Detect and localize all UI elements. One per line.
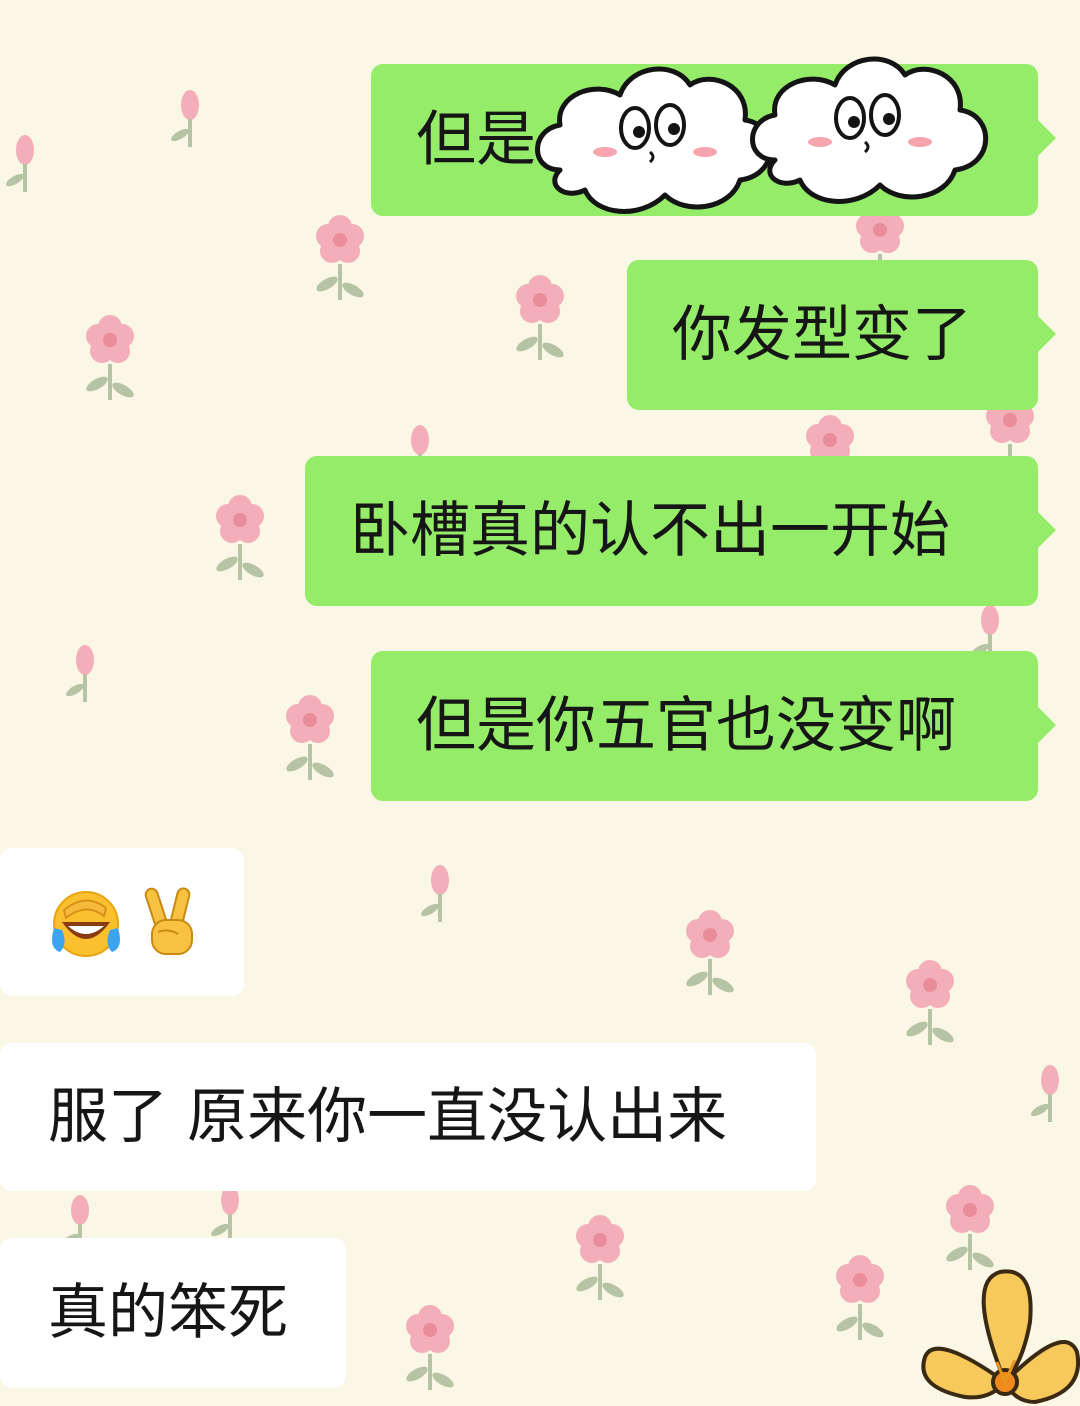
message-text: 但是: [416, 105, 536, 175]
message-text: 但是你五官也没变啊: [416, 691, 956, 761]
message-text: 服了 原来你一直没认出来: [48, 1082, 728, 1152]
yellow-flower-sticker: [921, 1269, 1080, 1404]
message-text: 真的笨死: [48, 1278, 288, 1348]
victory-hand-icon: [144, 887, 193, 955]
sent-message-bubble[interactable]: 卧槽真的认不出一开始: [305, 456, 1056, 606]
received-message-bubble[interactable]: 服了 原来你一直没认出来: [0, 1043, 816, 1191]
received-message-bubble[interactable]: 真的笨死: [0, 1238, 346, 1388]
message-text: 卧槽真的认不出一开始: [350, 496, 950, 566]
message-text: 你发型变了: [672, 300, 972, 370]
cloud-faces-sticker: [535, 56, 989, 214]
received-message-bubble[interactable]: [0, 848, 244, 996]
laughing-tears-face-icon: [52, 891, 120, 957]
sent-message-bubble[interactable]: 但是你五官也没变啊: [371, 651, 1056, 801]
sent-message-bubble[interactable]: 你发型变了: [627, 260, 1056, 410]
